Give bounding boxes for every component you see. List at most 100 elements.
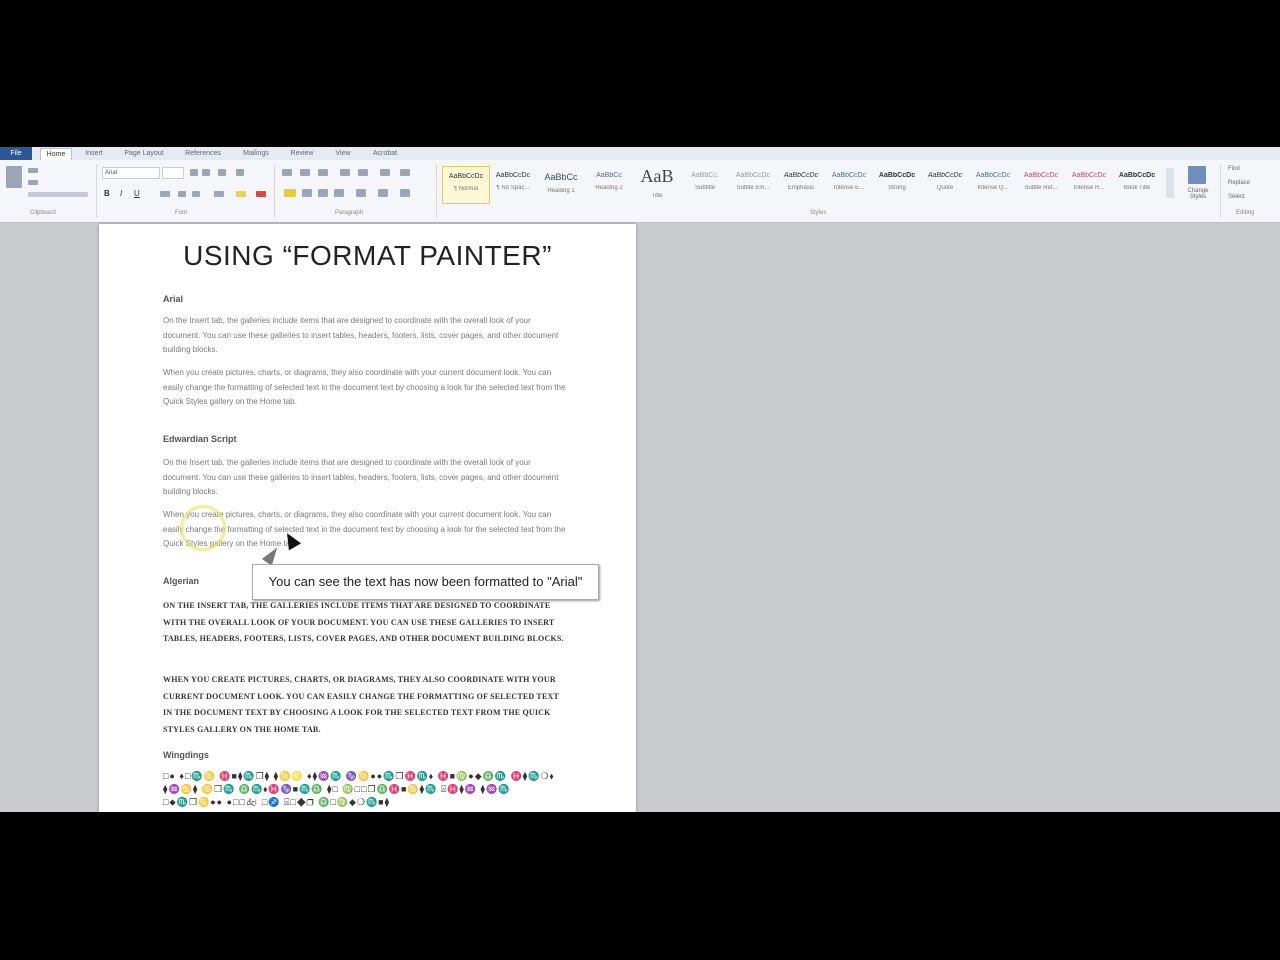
- style-name: ¶ No Spac...: [496, 185, 530, 191]
- style-subtle-emphasis[interactable]: AaBbCcDc Subtle Em...: [730, 166, 776, 202]
- style-sample: AaBbCc: [544, 172, 578, 182]
- style-sample: AaBbCcDc: [495, 172, 531, 179]
- section-heading: Wingdings: [163, 750, 209, 760]
- style-name: Quote: [936, 185, 954, 191]
- multilevel-list-icon[interactable]: [318, 169, 328, 176]
- style-normal[interactable]: AaBbCcDc ¶ Normal: [442, 166, 490, 204]
- subscript-icon[interactable]: [178, 191, 186, 197]
- group-styles-label: Styles: [810, 210, 827, 216]
- cut-icon[interactable]: [28, 168, 38, 173]
- group-font-label: Font: [175, 210, 188, 216]
- annotation-callout: You can see the text has now been format…: [252, 564, 599, 600]
- bullets-icon[interactable]: [282, 169, 292, 176]
- word-window: File Home Insert Page Layout References …: [0, 147, 1280, 812]
- style-sample: AaBbCc.: [691, 172, 719, 179]
- tab-file[interactable]: File: [0, 147, 32, 160]
- increase-indent-icon[interactable]: [358, 169, 368, 176]
- borders-icon[interactable]: [400, 189, 410, 197]
- sort-icon[interactable]: [380, 169, 390, 176]
- style-emphasis[interactable]: AaBbCcDc Emphasis: [778, 166, 824, 202]
- tab-insert[interactable]: Insert: [78, 148, 110, 159]
- line-spacing-icon[interactable]: [356, 189, 366, 197]
- style-name: Book Title: [1123, 185, 1151, 191]
- style-name: ¶ Normal: [453, 186, 479, 192]
- change-styles-label[interactable]: Change Styles: [1180, 188, 1216, 200]
- tab-view[interactable]: View: [328, 148, 358, 159]
- select-button[interactable]: Select: [1228, 194, 1245, 200]
- style-intense-emphasis[interactable]: AaBbCcDc Intense E...: [826, 166, 872, 202]
- style-heading-2[interactable]: AaBbCc Heading 2: [586, 166, 632, 202]
- format-painter-button[interactable]: [28, 192, 88, 197]
- style-sample: AaBbCcDc: [1118, 172, 1156, 179]
- divider: [96, 164, 97, 218]
- tab-acrobat[interactable]: Acrobat: [366, 148, 404, 159]
- shading-icon[interactable]: [378, 189, 388, 197]
- superscript-icon[interactable]: [192, 191, 200, 197]
- paragraph: When you create pictures, charts, or dia…: [163, 368, 566, 406]
- style-sample: AaBbCcDc: [831, 172, 867, 179]
- divider: [1220, 164, 1221, 218]
- tab-page-layout[interactable]: Page Layout: [118, 148, 170, 159]
- align-left-icon[interactable]: [284, 189, 296, 197]
- divider: [274, 164, 275, 218]
- show-marks-icon[interactable]: [400, 169, 410, 176]
- style-sample: AaBbCcDc: [783, 172, 819, 179]
- justify-icon[interactable]: [334, 189, 344, 197]
- font-color-icon[interactable]: [256, 191, 266, 197]
- highlight-icon[interactable]: [236, 191, 246, 197]
- paragraph: When you create pictures, charts, or dia…: [163, 675, 559, 734]
- style-sample: AaBbCcDc: [975, 172, 1011, 179]
- style-no-spacing[interactable]: AaBbCcDc ¶ No Spac...: [490, 166, 536, 202]
- change-case-icon[interactable]: [218, 169, 226, 176]
- style-sample: AaBbCcDc: [927, 172, 963, 179]
- document-background: [640, 224, 1280, 812]
- tab-references[interactable]: References: [178, 148, 228, 159]
- paragraph: On the Insert tab, the galleries include…: [163, 458, 559, 496]
- shrink-font-icon[interactable]: [202, 169, 210, 176]
- bold-icon[interactable]: B: [104, 189, 110, 198]
- text-effects-icon[interactable]: [214, 191, 224, 197]
- tab-home[interactable]: Home: [40, 148, 72, 160]
- tab-mailings[interactable]: Mailings: [236, 148, 276, 159]
- align-center-icon[interactable]: [302, 189, 312, 197]
- style-book-title[interactable]: AaBbCcDc Book Title: [1114, 166, 1160, 202]
- numbering-icon[interactable]: [300, 169, 310, 176]
- copy-icon[interactable]: [28, 180, 38, 185]
- find-button[interactable]: Find: [1228, 166, 1240, 172]
- section-heading: Algerian: [163, 576, 200, 586]
- style-name: Intense E...: [833, 185, 865, 191]
- style-intense-reference[interactable]: AaBbCcDc Intense R...: [1066, 166, 1112, 202]
- tab-review[interactable]: Review: [284, 148, 320, 159]
- replace-button[interactable]: Replace: [1228, 180, 1250, 186]
- underline-icon[interactable]: U: [134, 189, 140, 198]
- style-sample: AaBbCc: [596, 172, 622, 179]
- grow-font-icon[interactable]: [190, 169, 198, 176]
- paste-icon[interactable]: [6, 166, 22, 188]
- style-name: Emphasis: [787, 185, 815, 191]
- style-name: Subtitle: [694, 185, 715, 191]
- styles-scroll-icon[interactable]: [1166, 168, 1174, 198]
- decrease-indent-icon[interactable]: [340, 169, 350, 176]
- font-name-combobox[interactable]: Arial: [102, 167, 160, 179]
- strikethrough-icon[interactable]: [160, 191, 170, 197]
- style-strong[interactable]: AaBbCcDc Strong: [874, 166, 920, 202]
- italic-icon[interactable]: I: [120, 189, 122, 198]
- style-title[interactable]: AaB Title: [634, 166, 680, 202]
- divider: [436, 164, 437, 218]
- change-styles-icon[interactable]: [1188, 166, 1206, 184]
- style-name: Heading 1: [547, 188, 575, 194]
- document-page[interactable]: USING “FORMAT PAINTER” Arial On the Inse…: [99, 224, 636, 812]
- document-title: USING “FORMAT PAINTER”: [183, 240, 552, 271]
- clear-formatting-icon[interactable]: [236, 169, 244, 176]
- font-size-combobox[interactable]: [162, 167, 184, 179]
- style-quote[interactable]: AaBbCcDc Quote: [922, 166, 968, 202]
- section-heading: Arial: [163, 294, 184, 304]
- style-intense-quote[interactable]: AaBbCcDc Intense Q...: [970, 166, 1016, 202]
- style-sample: AaB: [640, 166, 674, 186]
- ribbon-tab-bar: File Home Insert Page Layout References …: [0, 147, 1280, 161]
- style-subtle-reference[interactable]: AaBbCcDc Subtle Ref...: [1018, 166, 1064, 202]
- style-heading-1[interactable]: AaBbCc Heading 1: [538, 166, 584, 202]
- style-subtitle[interactable]: AaBbCc. Subtitle: [682, 166, 728, 202]
- align-right-icon[interactable]: [318, 189, 328, 197]
- style-name: Subtle Em...: [736, 185, 770, 191]
